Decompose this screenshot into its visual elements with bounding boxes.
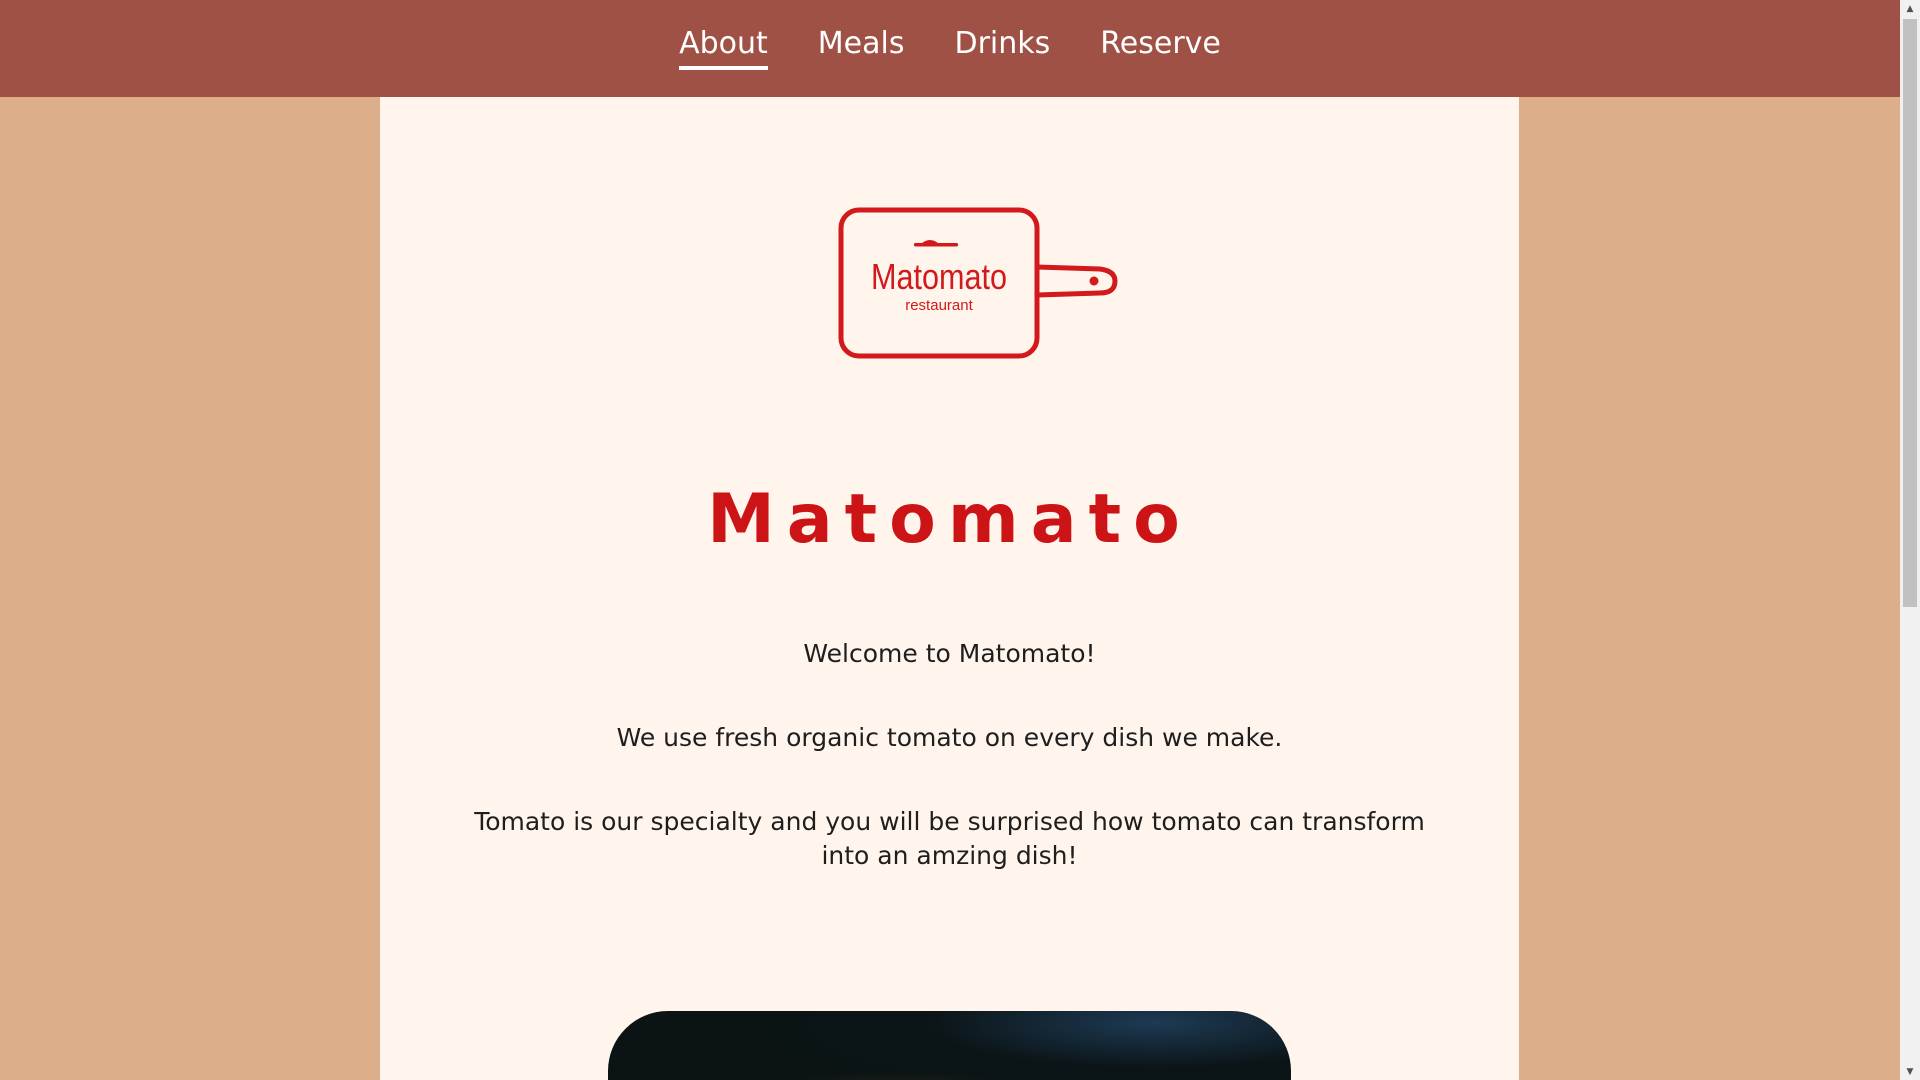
welcome-paragraph: Welcome to Matomato!	[803, 639, 1096, 668]
organic-paragraph: We use fresh organic tomato on every dis…	[616, 723, 1283, 752]
restaurant-logo: Matomato restaurant	[838, 207, 1118, 359]
scroll-down-arrow-icon[interactable]: ▼	[1900, 1063, 1920, 1080]
nav-link-about[interactable]: About	[679, 27, 768, 70]
main-content: Matomato restaurant Matomato Welcome to …	[380, 97, 1519, 1080]
page-scrollbar[interactable]: ▲ ▼	[1900, 0, 1920, 1080]
page-title: Matomato	[707, 480, 1192, 559]
logo-subtitle-text: restaurant	[905, 297, 973, 314]
top-navigation: About Meals Drinks Reserve	[0, 0, 1900, 97]
specialty-paragraph: Tomato is our specialty and you will be …	[474, 807, 1425, 870]
nav-link-drinks[interactable]: Drinks	[955, 27, 1051, 70]
nav-link-reserve[interactable]: Reserve	[1100, 27, 1221, 70]
logo-brand-text: Matomato	[871, 256, 1007, 297]
hero-image-highlight	[748, 1071, 1048, 1080]
nav-link-meals[interactable]: Meals	[818, 27, 905, 70]
scroll-up-arrow-icon[interactable]: ▲	[1900, 0, 1920, 17]
scroll-thumb[interactable]	[1903, 19, 1917, 607]
hero-image	[608, 1011, 1291, 1080]
